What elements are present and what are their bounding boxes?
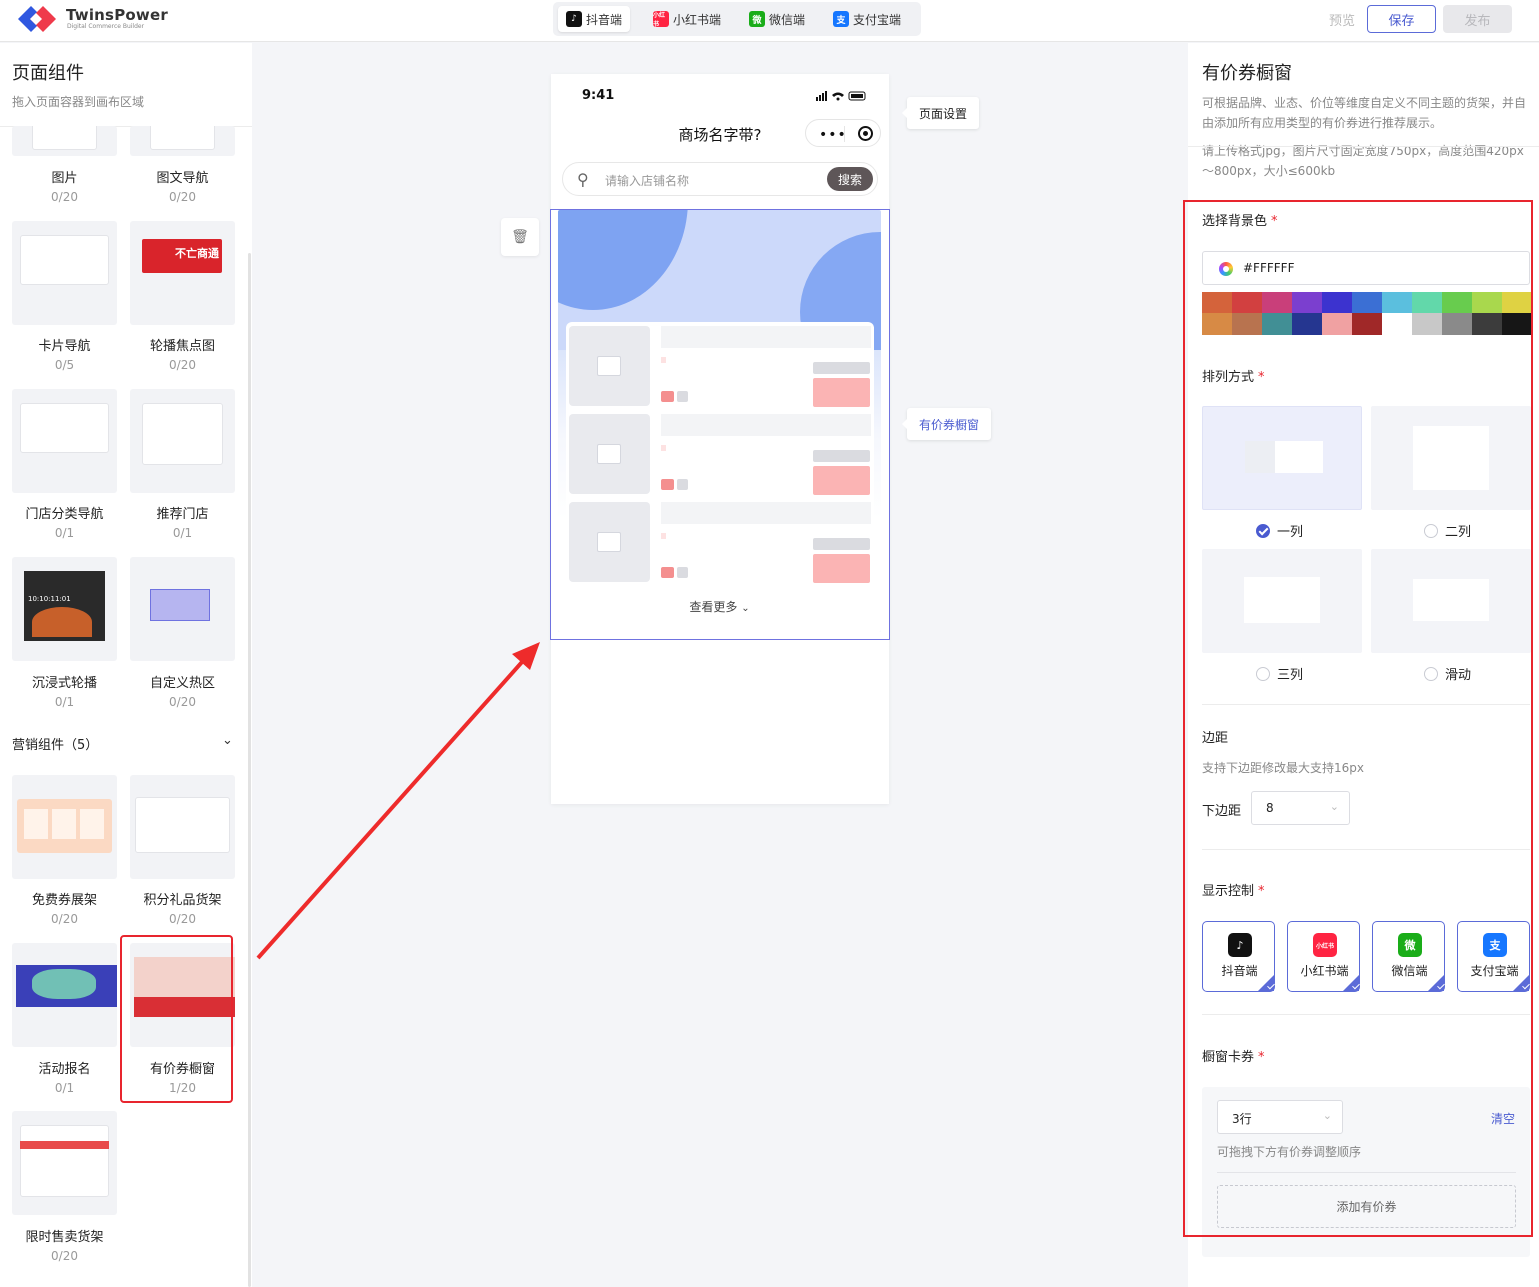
trash-icon[interactable]: 🗑 xyxy=(501,218,539,256)
see-more-label: 查看更多 xyxy=(689,600,738,614)
tab-alipay[interactable]: 支 支付宝端 xyxy=(825,6,909,32)
component-count: 0/20 xyxy=(51,912,78,926)
component-count: 0/5 xyxy=(54,358,75,372)
preview-button[interactable]: 预览 xyxy=(1329,10,1355,29)
component-name: 沉浸式轮播 xyxy=(31,676,97,691)
chevron-down-icon: ⌄ xyxy=(741,603,750,614)
coupon-list xyxy=(566,322,874,632)
countdown-text: 10:10:11:01 xyxy=(28,595,71,603)
component-count: 0/1 xyxy=(172,526,193,540)
component-name: 免费券展架 xyxy=(31,893,97,908)
component-thumb-points-gift[interactable] xyxy=(130,775,235,879)
drag-arrow xyxy=(256,642,540,960)
component-count: 0/20 xyxy=(51,1249,78,1263)
coupon-row[interactable] xyxy=(566,498,874,583)
panel-subtitle: 拖入页面容器到画布区域 xyxy=(12,95,145,109)
coupon-row[interactable] xyxy=(566,410,874,495)
component-thumb-carousel[interactable]: 不亡商通 xyxy=(130,221,235,325)
component-thumb-free-coupon[interactable] xyxy=(12,775,117,879)
chevron-down-icon[interactable]: ⌄ xyxy=(222,733,233,748)
tab-wechat[interactable]: 微 微信端 xyxy=(741,6,813,32)
close-target-icon[interactable] xyxy=(858,126,873,141)
more-icon[interactable]: ••• xyxy=(819,127,847,143)
wechat-icon: 微 xyxy=(749,11,765,27)
banner-text: 不亡商通 xyxy=(175,247,219,260)
component-count: 0/1 xyxy=(54,1081,75,1095)
app-tagline: Digital Commerce Builder xyxy=(67,23,145,30)
divider xyxy=(1188,146,1539,147)
component-count: 0/20 xyxy=(51,190,78,204)
component-count: 0/20 xyxy=(169,912,196,926)
save-button[interactable]: 保存 xyxy=(1367,5,1436,33)
component-name: 卡片导航 xyxy=(38,339,91,354)
tab-label: 支付宝端 xyxy=(853,12,902,27)
highlight-box xyxy=(120,935,233,1103)
search-bar[interactable]: ⚲ 请输入店铺名称 搜索 xyxy=(562,162,878,196)
settings-title: 有价券橱窗 xyxy=(1202,63,1292,84)
tab-label: 微信端 xyxy=(769,12,806,27)
component-name: 积分礼品货架 xyxy=(143,893,222,908)
component-thumb-image-nav[interactable] xyxy=(130,126,235,156)
coupon-row[interactable] xyxy=(566,322,874,407)
image-placeholder-icon xyxy=(597,532,621,552)
component-name: 图文导航 xyxy=(156,171,209,186)
status-time: 9:41 xyxy=(582,88,615,103)
component-count: 0/1 xyxy=(54,695,75,709)
logo-icon xyxy=(18,6,56,32)
component-thumb-image[interactable] xyxy=(12,126,117,156)
component-thumb-card-nav[interactable] xyxy=(12,221,117,325)
component-name: 图片 xyxy=(51,171,78,186)
highlight-frame xyxy=(1183,200,1533,1237)
tab-xiaohongshu[interactable]: 小红书 小红书端 xyxy=(645,6,729,32)
signal-wifi-battery-icon xyxy=(816,91,866,101)
component-thumb-hotspot[interactable] xyxy=(130,557,235,661)
component-count: 0/20 xyxy=(169,358,196,372)
alipay-icon: 支 xyxy=(833,11,849,27)
component-count: 0/1 xyxy=(54,526,75,540)
image-placeholder-icon xyxy=(597,356,621,376)
tab-label: 小红书端 xyxy=(673,12,722,27)
component-name: 自定义热区 xyxy=(149,676,215,691)
see-more-link[interactable]: 查看更多 ⌄ xyxy=(558,598,881,615)
component-name: 轮播焦点图 xyxy=(149,339,215,354)
component-name: 活动报名 xyxy=(38,1062,91,1077)
component-count: 0/20 xyxy=(169,190,196,204)
component-thumb-recommended-store[interactable] xyxy=(130,389,235,493)
image-placeholder-icon xyxy=(597,444,621,464)
page-settings-tip[interactable]: 页面设置 xyxy=(901,97,980,129)
xiaohongshu-icon: 小红书 xyxy=(653,11,669,28)
component-tip[interactable]: 有价券橱窗 xyxy=(901,408,992,440)
tab-douyin[interactable]: ♪ 抖音端 xyxy=(558,6,631,32)
platform-tabs: ♪ 抖音端 小红书 小红书端 微 微信端 支 支付宝端 xyxy=(553,2,921,36)
component-count: 0/20 xyxy=(169,695,196,709)
publish-button[interactable]: 发布 xyxy=(1443,5,1512,33)
miniapp-capsule[interactable]: ••• xyxy=(805,119,881,147)
component-name: 门店分类导航 xyxy=(25,507,104,522)
top-bar: TwinsPower Digital Commerce Builder ♪ 抖音… xyxy=(0,0,1539,42)
component-thumb-store-category[interactable] xyxy=(12,389,117,493)
app-name: TwinsPower xyxy=(66,6,168,24)
component-name: 推荐门店 xyxy=(156,507,209,522)
component-thumb-immersive[interactable]: 10:10:11:01 xyxy=(12,557,117,661)
component-name: 限时售卖货架 xyxy=(25,1230,104,1245)
search-button[interactable]: 搜索 xyxy=(827,167,873,191)
component-thumb-event-signup[interactable] xyxy=(12,943,117,1047)
tab-label: 抖音端 xyxy=(586,12,623,27)
panel-title: 页面组件 xyxy=(12,63,84,84)
settings-description: 可根据品牌、业态、价位等维度自定义不同主题的货架，并自由添加所有应用类型的有价券… xyxy=(1202,96,1527,130)
search-icon: ⚲ xyxy=(577,170,589,189)
search-placeholder: 请输入店铺名称 xyxy=(605,174,690,188)
section-title-marketing: 营销组件（5） xyxy=(12,738,99,753)
component-thumb-flash-sale[interactable] xyxy=(12,1111,117,1215)
douyin-icon: ♪ xyxy=(566,11,582,27)
